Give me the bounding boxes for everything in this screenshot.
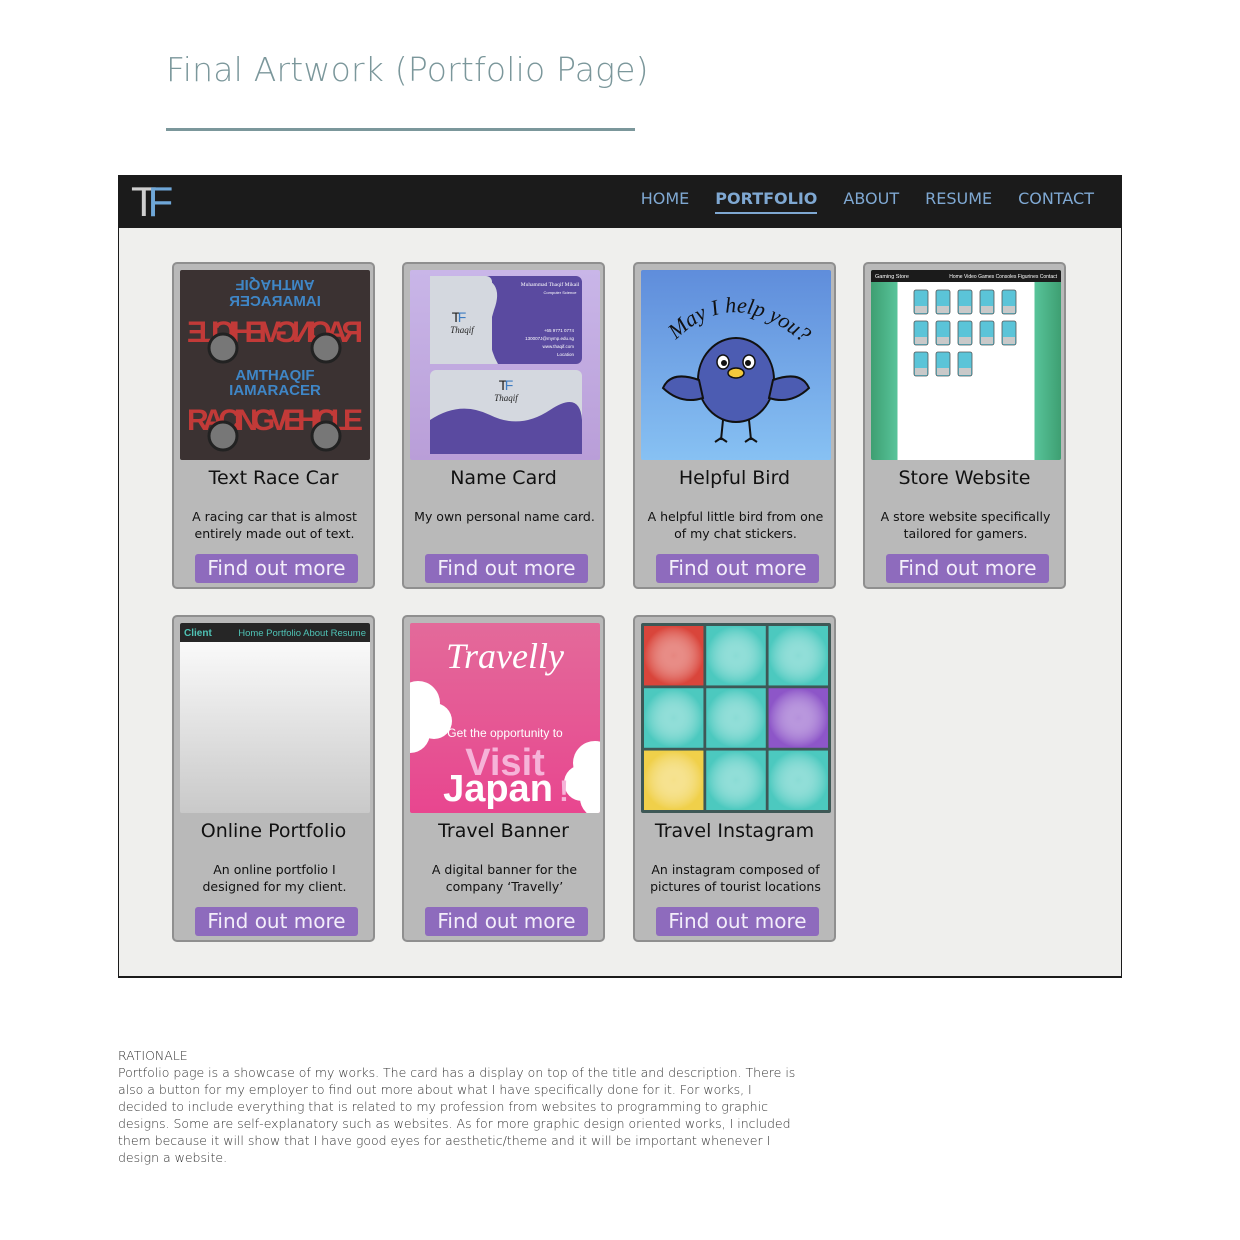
photo-tile-glow	[768, 750, 828, 810]
site-logo[interactable]: TF	[131, 178, 173, 226]
svg-text:F: F	[505, 377, 514, 393]
nav-portfolio[interactable]: PORTFOLIO	[715, 189, 818, 214]
card-description: My own personal name card.	[414, 509, 595, 524]
card-description: A racing car that is almost entirely mad…	[192, 509, 357, 541]
page-title: Final Artwork (Portfolio Page)	[166, 50, 649, 89]
photo-tile-glow	[644, 626, 704, 686]
svg-text:Computer Science: Computer Science	[544, 290, 578, 295]
nav-menu: HOME PORTFOLIO ABOUT RESUME CONTACT	[641, 189, 1094, 214]
online-portfolio-thumbnail: Client Home Portfolio About Resume	[180, 623, 370, 813]
race-car-thumbnail: AMTHAQIF IAMARACER RACINGVEHICLE AMTHAQI…	[180, 270, 370, 460]
card-title: Store Website	[898, 467, 1031, 489]
svg-text:Client: Client	[184, 628, 212, 639]
card-travel-banner: Travelly Get the opportunity to Visit Ja…	[402, 615, 605, 942]
title-underline	[166, 128, 635, 131]
svg-text:F: F	[458, 309, 467, 325]
svg-text:IAMARACER: IAMARACER	[229, 293, 321, 310]
card-description: A store website specifically tailored fo…	[880, 509, 1051, 541]
svg-text:Gaming Store: Gaming Store	[875, 274, 909, 280]
svg-text:!: !	[559, 775, 569, 808]
bird-art: May I help you?	[661, 292, 816, 443]
find-out-more-button[interactable]: Find out more	[656, 907, 819, 936]
svg-text:Japan: Japan	[443, 768, 553, 810]
svg-text:AMTHAQIF: AMTHAQIF	[235, 276, 314, 293]
svg-text:Muhammad Thaqif Mikail: Muhammad Thaqif Mikail	[521, 281, 580, 288]
logo-t: T	[131, 178, 156, 225]
card-title: Text Race Car	[208, 467, 339, 489]
card-store-website: Gaming Store Home Video Games Consoles F…	[863, 262, 1066, 589]
svg-text:Home Portfolio About Resume: Home Portfolio About Resume	[238, 628, 366, 639]
card-title: Travel Instagram	[654, 820, 815, 842]
nav-home[interactable]: HOME	[641, 189, 690, 214]
navbar: TF HOME PORTFOLIO ABOUT RESUME CONTACT	[119, 175, 1121, 228]
svg-text:130007J@mymp.edu.sg: 130007J@mymp.edu.sg	[525, 336, 574, 341]
nav-contact[interactable]: CONTACT	[1018, 189, 1094, 214]
travel-banner-art: Travelly Get the opportunity to Visit Ja…	[410, 636, 600, 813]
photo-tile-glow	[768, 626, 828, 686]
card-name-card: T F Thaqif Muhammad Thaqif Mikail Comput…	[402, 262, 605, 589]
svg-text:Thaqif: Thaqif	[494, 393, 519, 403]
find-out-more-button[interactable]: Find out more	[195, 907, 358, 936]
photo-tile-glow	[644, 688, 704, 748]
card-description: A helpful little bird from one of my cha…	[647, 509, 824, 541]
instagram-grid-art	[644, 626, 828, 810]
find-out-more-button[interactable]: Find out more	[656, 554, 819, 583]
race-car-art: AMTHAQIF IAMARACER RACINGVEHICLE AMTHAQI…	[187, 276, 363, 452]
card-description: A digital banner for the company ‘Travel…	[431, 862, 578, 894]
portfolio-mockup: TF HOME PORTFOLIO ABOUT RESUME CONTACT A…	[118, 175, 1122, 978]
card-text-race-car: AMTHAQIF IAMARACER RACINGVEHICLE AMTHAQI…	[172, 262, 375, 589]
card-description: An online portfolio I designed for my cl…	[202, 862, 347, 894]
card-title: Helpful Bird	[678, 467, 791, 489]
nav-about[interactable]: ABOUT	[843, 189, 899, 214]
name-card-thumbnail: T F Thaqif Muhammad Thaqif Mikail Comput…	[410, 270, 600, 460]
logo-f: F	[147, 178, 173, 225]
card-helpful-bird: May I help you? Helpful Bird A helpful l…	[633, 262, 836, 589]
svg-text:Get the opportunity to: Get the opportunity to	[447, 726, 563, 740]
rationale: RATIONALE Portfolio page is a showcase o…	[118, 1047, 798, 1166]
card-online-portfolio: Client Home Portfolio About Resume Onlin…	[172, 615, 375, 942]
svg-text:www.thaqif.com: www.thaqif.com	[542, 344, 574, 349]
rationale-title: RATIONALE	[118, 1048, 188, 1063]
svg-text:Home Video Games Consoles F: Home Video Games Consoles Figurines Cont…	[949, 274, 1057, 280]
photo-tile-glow	[644, 750, 704, 810]
card-title: Name Card	[450, 467, 557, 489]
card-title: Online Portfolio	[200, 820, 347, 842]
find-out-more-button[interactable]: Find out more	[886, 554, 1049, 583]
travel-instagram-thumbnail	[641, 623, 831, 813]
nav-resume[interactable]: RESUME	[925, 189, 992, 214]
photo-tile-glow	[706, 626, 766, 686]
travel-banner-thumbnail: Travelly Get the opportunity to Visit Ja…	[410, 623, 600, 813]
store-website-art: Gaming Store Home Video Games Consoles F…	[871, 270, 1061, 377]
svg-text:Location: Location	[557, 352, 575, 357]
svg-text:Thaqif: Thaqif	[450, 325, 475, 335]
svg-text:IAMARACER: IAMARACER	[229, 382, 321, 399]
photo-tile-glow	[706, 688, 766, 748]
helpful-bird-thumbnail: May I help you?	[641, 270, 831, 460]
svg-text:Travelly: Travelly	[446, 636, 564, 676]
card-travel-instagram: Travel Instagram An instagram composed o…	[633, 615, 836, 942]
online-portfolio-art: Client Home Portfolio About Resume	[180, 623, 370, 642]
find-out-more-button[interactable]: Find out more	[195, 554, 358, 583]
card-title: Travel Banner	[438, 820, 569, 842]
name-card-art: T F Thaqif Muhammad Thaqif Mikail Comput…	[430, 276, 582, 454]
rationale-body: Portfolio page is a showcase of my works…	[118, 1065, 796, 1165]
photo-tile-glow	[706, 750, 766, 810]
svg-text:+65 9771 0774: +65 9771 0774	[544, 328, 575, 333]
find-out-more-button[interactable]: Find out more	[425, 554, 588, 583]
photo-tile-glow	[768, 688, 828, 748]
card-description: An instagram composed of pictures of tou…	[650, 862, 821, 894]
find-out-more-button[interactable]: Find out more	[425, 907, 588, 936]
store-website-thumbnail: Gaming Store Home Video Games Consoles F…	[871, 270, 1061, 460]
